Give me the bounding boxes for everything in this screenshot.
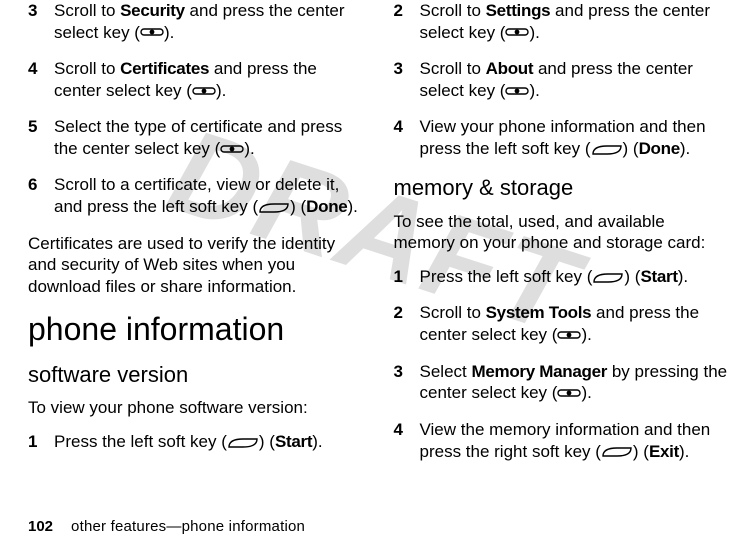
step-number: 2 (394, 0, 420, 44)
text: Scroll to (420, 59, 486, 78)
text: ). (347, 197, 357, 216)
softkey-label: Exit (649, 442, 679, 461)
step-number: 1 (394, 266, 420, 288)
text: ). (581, 325, 591, 344)
center-select-key-icon (557, 383, 581, 405)
step-number: 4 (394, 419, 420, 463)
text: Scroll to (420, 1, 486, 20)
step-number: 5 (28, 116, 54, 160)
heading-software-version: software version (28, 361, 364, 389)
step-text: Scroll to Certificates and press the cen… (54, 58, 364, 102)
step-item: 5 Select the type of certificate and pre… (28, 116, 364, 160)
text: ) ( (624, 267, 640, 286)
text: ). (678, 267, 688, 286)
step-item: 3 Scroll to About and press the center s… (394, 58, 730, 102)
text: Scroll to (420, 303, 486, 322)
center-select-key-icon (505, 81, 529, 103)
soft-key-icon (601, 441, 633, 463)
step-number: 2 (394, 302, 420, 346)
step-item: 4 Scroll to Certificates and press the c… (28, 58, 364, 102)
text: Scroll to (54, 59, 120, 78)
softkey-label: Start (275, 432, 312, 451)
soft-key-icon (592, 267, 624, 289)
step-text: Scroll to About and press the center sel… (420, 58, 730, 102)
step-text: Scroll to a certificate, view or delete … (54, 174, 364, 218)
text: ) ( (290, 197, 306, 216)
bold-term: Memory Manager (471, 362, 607, 381)
right-column: 2 Scroll to Settings and press the cente… (394, 0, 730, 477)
text: Press the left soft key ( (54, 432, 227, 451)
softkey-label: Done (639, 139, 680, 158)
text: Select (420, 362, 472, 381)
step-text: Select Memory Manager by pressing the ce… (420, 361, 730, 405)
step-text: Press the left soft key ( ) (Start). (420, 266, 730, 288)
center-select-key-icon (192, 81, 216, 103)
text: Select the type of certificate and press… (54, 117, 342, 158)
center-select-key-icon (557, 325, 581, 347)
text: ). (216, 81, 226, 100)
page-footer: 102 other features—phone information (28, 518, 305, 535)
step-item: 2 Scroll to System Tools and press the c… (394, 302, 730, 346)
text: Scroll to (54, 1, 120, 20)
bold-term: Settings (486, 1, 551, 20)
step-text: Press the left soft key ( ) (Start). (54, 431, 364, 453)
step-text: View the memory information and then pre… (420, 419, 730, 463)
soft-key-icon (591, 139, 623, 161)
text: ). (312, 432, 322, 451)
soft-key-icon (227, 432, 259, 454)
step-number: 6 (28, 174, 54, 218)
text: ). (581, 383, 591, 402)
softkey-label: Start (640, 267, 677, 286)
center-select-key-icon (505, 22, 529, 44)
bold-term: System Tools (486, 303, 592, 322)
text: ). (244, 139, 254, 158)
heading-memory-storage: memory & storage (394, 174, 730, 202)
step-item: 1 Press the left soft key ( ) (Start). (394, 266, 730, 288)
step-number: 4 (394, 116, 420, 160)
step-number: 4 (28, 58, 54, 102)
text: ) ( (623, 139, 639, 158)
intro-software-version: To view your phone software version: (28, 397, 364, 419)
footer-section: other features—phone information (71, 518, 305, 535)
text: ). (680, 139, 690, 158)
step-item: 4 View your phone information and then p… (394, 116, 730, 160)
step-item: 4 View the memory information and then p… (394, 419, 730, 463)
step-text: Scroll to Security and press the center … (54, 0, 364, 44)
text: ) ( (633, 442, 649, 461)
softkey-label: Done (306, 197, 347, 216)
step-text: Scroll to Settings and press the center … (420, 0, 730, 44)
text: ) ( (259, 432, 275, 451)
step-item: 1 Press the left soft key ( ) (Start). (28, 431, 364, 453)
step-number: 3 (28, 0, 54, 44)
step-item: 3 Scroll to Security and press the cente… (28, 0, 364, 44)
step-text: View your phone information and then pre… (420, 116, 730, 160)
paragraph-certificates: Certificates are used to verify the iden… (28, 233, 364, 298)
step-number: 3 (394, 361, 420, 405)
intro-memory-storage: To see the total, used, and available me… (394, 211, 730, 255)
text: Press the left soft key ( (420, 267, 593, 286)
step-text: Select the type of certificate and press… (54, 116, 364, 160)
step-number: 1 (28, 431, 54, 453)
center-select-key-icon (220, 139, 244, 161)
bold-term: Certificates (120, 59, 209, 78)
text: ). (529, 23, 539, 42)
text: ). (164, 23, 174, 42)
bold-term: Security (120, 1, 185, 20)
step-text: Scroll to System Tools and press the cen… (420, 302, 730, 346)
center-select-key-icon (140, 22, 164, 44)
text: ). (679, 442, 689, 461)
step-item: 3 Select Memory Manager by pressing the … (394, 361, 730, 405)
heading-phone-information: phone information (28, 312, 364, 347)
soft-key-icon (258, 197, 290, 219)
page-number: 102 (28, 518, 53, 535)
step-item: 2 Scroll to Settings and press the cente… (394, 0, 730, 44)
text: ). (529, 81, 539, 100)
bold-term: About (486, 59, 534, 78)
left-column: 3 Scroll to Security and press the cente… (28, 0, 364, 477)
step-item: 6 Scroll to a certificate, view or delet… (28, 174, 364, 218)
step-number: 3 (394, 58, 420, 102)
